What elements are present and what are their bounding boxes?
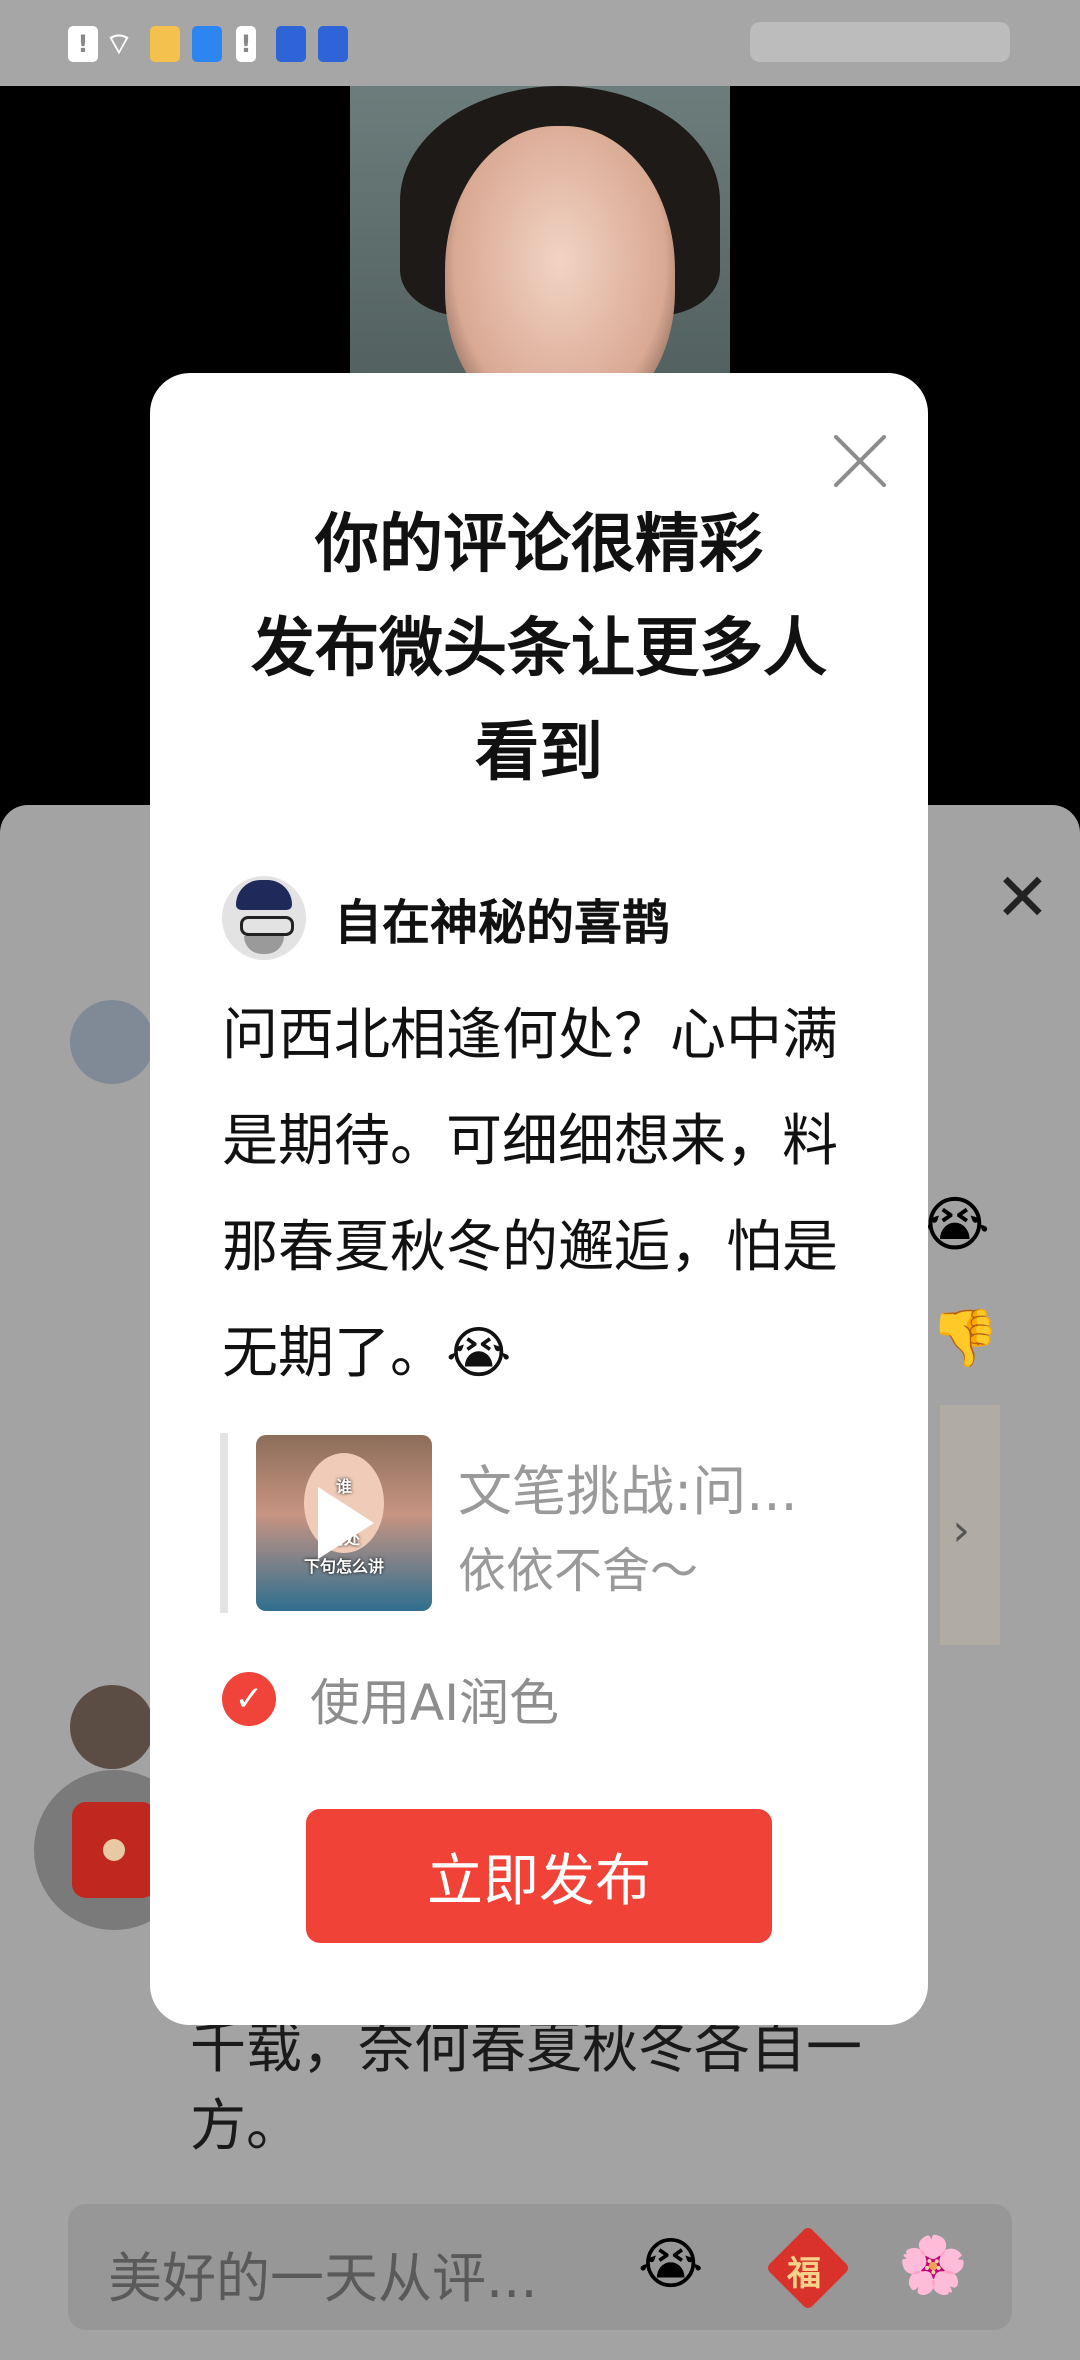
quoted-video-card[interactable]: 谁 何处 下句怎么讲 文笔挑战:问... 依依不舍～ xyxy=(220,1433,868,1613)
close-icon[interactable] xyxy=(830,431,890,491)
play-icon xyxy=(318,1487,374,1559)
alert-icon: ! xyxy=(236,26,256,62)
shield-icon xyxy=(276,26,306,62)
comment-preview: 问西北相逢何处？心中满是期待。可细细想来，料那春夏秋冬的邂逅，怕是无期了。😭 xyxy=(222,1003,838,1386)
ai-polish-label: 使用AI润色 xyxy=(310,1674,559,1732)
comment-input[interactable]: 美好的一天从评... 😭 福 🌸 xyxy=(68,2204,1012,2330)
close-icon[interactable]: ✕ xyxy=(995,865,1050,931)
title-line: 你的评论很精彩 xyxy=(315,508,763,582)
dialog-title: 你的评论很精彩 发布微头条让更多人 看到 xyxy=(150,493,928,805)
linked-card[interactable] xyxy=(940,1405,1000,1645)
checkbox-checked-icon[interactable]: ✓ xyxy=(222,1672,276,1726)
avatar xyxy=(222,876,306,960)
shield-icon xyxy=(318,26,348,62)
ai-polish-option[interactable]: ✓ 使用AI润色 xyxy=(222,1663,559,1735)
title-line: 看到 xyxy=(475,716,603,790)
author-name: 自在神秘的喜鹊 xyxy=(334,895,671,951)
quoted-title: 文笔挑战:问... xyxy=(458,1460,798,1523)
alert-icon: ! xyxy=(68,26,98,62)
status-time xyxy=(750,22,1010,62)
app-icon-1 xyxy=(150,26,180,62)
title-line: 发布微头条让更多人 xyxy=(251,612,827,686)
red-packet-icon xyxy=(72,1802,156,1898)
avatar[interactable] xyxy=(70,1000,154,1084)
laugh-cry-emoji-icon[interactable]: 😭 xyxy=(638,2232,703,2297)
publish-dialog: 你的评论很精彩 发布微头条让更多人 看到 自在神秘的喜鹊 问西北相逢何处？心中满… xyxy=(150,373,928,2025)
comment-input-placeholder: 美好的一天从评... xyxy=(108,2247,538,2310)
app-icon-2 xyxy=(192,26,222,62)
laugh-cry-emoji-icon: 😭 xyxy=(919,1190,990,1260)
wifi-icon: ⌔ xyxy=(104,27,134,62)
avatar[interactable] xyxy=(70,1685,154,1769)
chevron-right-icon[interactable]: › xyxy=(952,1505,970,1556)
quoted-subtitle: 依依不舍～ xyxy=(458,1543,699,1599)
dislike-icon[interactable]: 👎 xyxy=(930,1305,1000,1371)
status-bar: ! ⌔ ! xyxy=(0,0,1080,86)
author-row: 自在神秘的喜鹊 xyxy=(222,873,670,963)
comment-text-tail: 方。 xyxy=(190,2094,302,2159)
publish-button[interactable]: 立即发布 xyxy=(306,1809,772,1943)
flower-emoji-icon[interactable]: 🌸 xyxy=(898,2232,968,2298)
fu-sticker-icon[interactable]: 福 xyxy=(765,2225,851,2311)
video-thumbnail: 谁 何处 下句怎么讲 xyxy=(256,1435,432,1611)
